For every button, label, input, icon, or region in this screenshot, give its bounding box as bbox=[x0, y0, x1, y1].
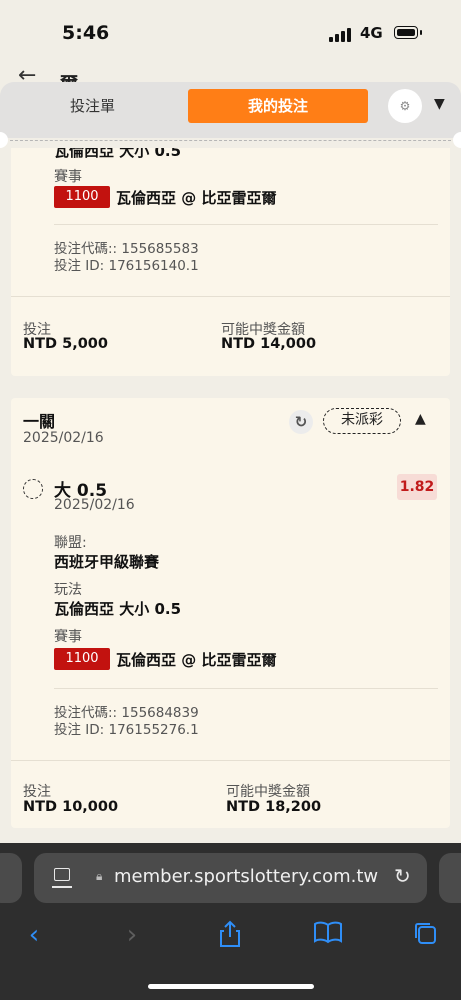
reload-icon[interactable]: ↻ bbox=[394, 864, 411, 888]
bet-date: 2025/02/16 bbox=[23, 430, 104, 446]
bet-card: 瓦倫西亞 大小 0.5 賽事 1100 瓦倫西亞 @ 比亞雷亞爾 投注代碼:: 1… bbox=[11, 148, 450, 376]
selection-date: 2025/02/16 bbox=[54, 497, 135, 513]
match-label: 賽事 bbox=[54, 169, 82, 185]
my-bets-list[interactable]: 瓦倫西亞 大小 0.5 賽事 1100 瓦倫西亞 @ 比亞雷亞爾 投注代碼:: 1… bbox=[0, 148, 461, 843]
home-indicator bbox=[148, 984, 314, 989]
play-value: 瓦倫西亞 大小 0.5 bbox=[54, 148, 182, 160]
chevron-down-icon[interactable]: ▼ bbox=[434, 96, 445, 112]
tab-bet-slip[interactable]: 投注單 bbox=[70, 95, 115, 116]
back-arrow-icon[interactable]: ← bbox=[18, 65, 36, 83]
lock-icon: 🔒︎ bbox=[96, 869, 103, 883]
divider bbox=[11, 760, 450, 761]
bookmarks-icon[interactable] bbox=[308, 920, 348, 951]
ticket-divider bbox=[10, 140, 451, 141]
bet-identifiers: 投注代碼:: 155685583 投注 ID: 176156140.1 bbox=[54, 241, 199, 275]
match-name: 瓦倫西亞 @ 比亞雷亞爾 bbox=[116, 650, 277, 669]
divider bbox=[54, 688, 438, 689]
url-text[interactable]: member.sportslottery.com.tw bbox=[114, 866, 378, 887]
settings-gear-icon[interactable]: ⚙ bbox=[388, 89, 422, 123]
page-menu-icon[interactable] bbox=[54, 868, 70, 881]
battery-icon bbox=[394, 26, 418, 39]
previous-tab-preview[interactable] bbox=[0, 853, 22, 903]
stake-value: NTD 10,000 bbox=[23, 799, 119, 815]
match-row: 1100 瓦倫西亞 @ 比亞雷亞爾 bbox=[54, 648, 276, 670]
browser-toolbar: 🔒︎ member.sportslottery.com.tw ↻ ‹ › bbox=[0, 843, 461, 1000]
divider bbox=[11, 296, 450, 297]
underlying-page-header: ← 爾 bbox=[0, 62, 461, 82]
tab-my-bets[interactable]: 我的投注 bbox=[188, 89, 368, 123]
match-code-badge: 1100 bbox=[54, 186, 110, 208]
forward-icon[interactable]: › bbox=[112, 920, 152, 950]
bet-card: 一關 2025/02/16 ↻ 未派彩 ▲ 大 0.5 2025/02/16 1… bbox=[11, 398, 450, 828]
match-code-badge: 1100 bbox=[54, 648, 110, 670]
bet-code: 投注代碼:: 155685583 bbox=[54, 241, 199, 257]
potential-win-value: NTD 14,000 bbox=[221, 336, 317, 352]
status-badge: 未派彩 bbox=[323, 408, 401, 434]
status-bar: 5:46 4G bbox=[0, 0, 461, 62]
network-type: 4G bbox=[360, 24, 383, 42]
play-label: 玩法 bbox=[54, 582, 82, 598]
address-bar[interactable]: 🔒︎ member.sportslottery.com.tw ↻ bbox=[34, 853, 427, 903]
refresh-icon[interactable]: ↻ bbox=[289, 410, 313, 434]
play-value: 瓦倫西亞 大小 0.5 bbox=[54, 600, 182, 618]
bet-identifiers: 投注代碼:: 155684839 投注 ID: 176155276.1 bbox=[54, 705, 199, 739]
stake-label: 投注 bbox=[23, 784, 51, 800]
divider bbox=[54, 224, 438, 225]
odds-badge: 1.82 bbox=[397, 474, 437, 500]
clock-time: 5:46 bbox=[62, 22, 110, 44]
potential-win-value: NTD 18,200 bbox=[226, 799, 322, 815]
back-icon[interactable]: ‹ bbox=[14, 920, 54, 950]
match-row: 1100 瓦倫西亞 @ 比亞雷亞爾 bbox=[54, 186, 276, 208]
league-label: 聯盟: bbox=[54, 535, 87, 551]
potential-win-label: 可能中獎金額 bbox=[226, 784, 310, 800]
share-icon[interactable] bbox=[210, 920, 250, 955]
pending-status-icon bbox=[23, 479, 43, 499]
match-label: 賽事 bbox=[54, 629, 82, 645]
bet-panel-tabbar: 投注單 我的投注 ⚙ ▼ bbox=[0, 82, 461, 138]
ticket-notch-right bbox=[453, 132, 461, 148]
match-name: 瓦倫西亞 @ 比亞雷亞爾 bbox=[116, 188, 277, 207]
underlying-page-title: 爾 bbox=[60, 70, 78, 82]
next-tab-preview[interactable] bbox=[439, 853, 461, 903]
chevron-up-icon[interactable]: ▲ bbox=[415, 411, 426, 427]
bet-code: 投注代碼:: 155684839 bbox=[54, 705, 199, 721]
tabs-icon[interactable] bbox=[405, 920, 445, 953]
bet-id: 投注 ID: 176156140.1 bbox=[54, 258, 199, 274]
cellular-signal-icon bbox=[329, 28, 353, 42]
league-value: 西班牙甲級聯賽 bbox=[54, 553, 160, 571]
bet-id: 投注 ID: 176155276.1 bbox=[54, 722, 199, 738]
bet-type: 一關 bbox=[23, 412, 56, 431]
stake-value: NTD 5,000 bbox=[23, 336, 108, 352]
